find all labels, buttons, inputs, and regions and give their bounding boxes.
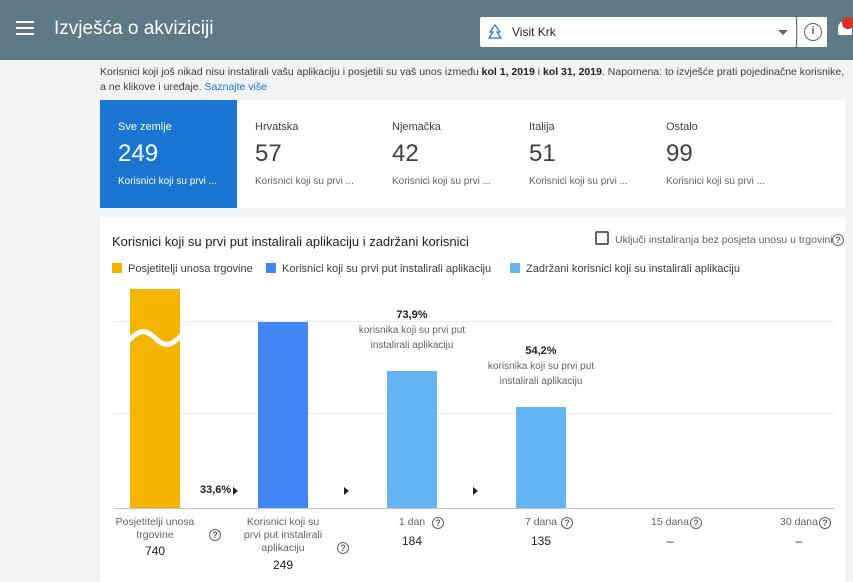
card-label: Italija [529,121,555,133]
x-axis-label: Posjetitelji unosa trgovine [115,516,195,541]
card-label: Ostalo [666,121,698,133]
legend-swatch [266,263,276,273]
legend-swatch [510,263,520,273]
app-selector[interactable]: Visit Krk [480,17,796,47]
notice-between: i [534,66,543,78]
notice-date-from: kol 1, 2019 [481,66,535,78]
legend-first-installs: Korisnici koji su prvi put instalirali a… [266,263,491,275]
arrow-icon [233,487,238,495]
card-other[interactable]: Ostalo 99 Korisnici koji su prvi ... [648,100,785,208]
info-icon: i [804,23,822,41]
x-axis-value: – [666,534,674,548]
x-axis-value: 184 [401,534,423,548]
installs-retention-panel: Korisnici koji su prvi put instalirali a… [100,217,845,582]
funnel-bar[interactable] [387,370,437,508]
card-desc: Korisnici koji su prvi ... [529,176,628,187]
legend-retained: Zadržani korisnici koji su instalirali a… [510,263,740,275]
card-all-countries[interactable]: Sve zemlje 249 Korisnici koji su prvi ..… [100,100,237,208]
card-label: Hrvatska [255,121,299,133]
x-axis-value: 135 [530,534,552,548]
help-icon[interactable]: ? [819,517,831,529]
hamburger-menu-icon[interactable] [16,21,34,37]
x-axis-value: 249 [272,558,294,572]
funnel-bar[interactable] [258,322,308,508]
funnel-bar[interactable] [516,407,566,508]
legend-label: Posjetitelji unosa trgovine [128,263,253,275]
help-icon[interactable]: ? [209,529,221,541]
card-value: 57 [255,140,282,167]
card-desc: Korisnici koji su prvi ... [666,176,765,187]
gridline [114,321,834,323]
card-desc: Korisnici koji su prvi ... [255,176,354,187]
notice-date-to: kol 31, 2019 [542,66,602,78]
panel-title: Korisnici koji su prvi put instalirali a… [112,234,469,249]
card-label: Sve zemlje [118,121,172,133]
card-value: 249 [118,140,159,167]
help-icon[interactable]: ? [432,517,444,529]
conversion-percent: 33,6% [200,484,232,496]
card-label: Njemačka [392,121,441,133]
axis-break-icon [128,329,182,347]
retention-desc: korisnika koji su prvi put instalirali a… [358,324,466,351]
card-germany[interactable]: Njemačka 42 Korisnici koji su prvi ... [374,100,511,208]
retention-desc: korisnika koji su prvi put instalirali a… [487,361,595,388]
card-value: 51 [529,140,556,167]
card-value: 99 [666,140,693,167]
baseline [114,508,834,509]
arrow-icon [473,487,478,495]
help-icon[interactable]: ? [690,517,702,529]
legend-label: Zadržani korisnici koji su instalirali a… [526,263,740,275]
help-icon[interactable]: ? [561,517,573,529]
app-icon [487,23,503,39]
report-notice: Korisnici koji još nikad nisu instaliral… [100,65,845,95]
help-icon[interactable]: ? [832,234,844,246]
arrow-icon [344,487,349,495]
funnel-bar[interactable] [128,289,182,508]
card-desc: Korisnici koji su prvi ... [392,176,491,187]
gridline [114,413,834,415]
page-title: Izvješća o akviziciji [54,18,214,39]
card-italy[interactable]: Italija 51 Korisnici koji su prvi ... [511,100,648,208]
x-axis-value: – [795,534,803,548]
card-croatia[interactable]: Hrvatska 57 Korisnici koji su prvi ... [237,100,374,208]
card-desc: Korisnici koji su prvi ... [118,176,217,187]
retention-percent: 54,2% [525,345,557,358]
country-cards: Sve zemlje 249 Korisnici koji su prvi ..… [100,100,845,208]
help-icon[interactable]: ? [337,542,349,554]
notification-dot [842,17,853,29]
app-info-button[interactable]: i [797,17,827,47]
include-installs-checkbox[interactable] [595,231,609,245]
include-installs-label[interactable]: Uključi instaliranja bez posjeta unosu u… [615,234,833,246]
retention-percent: 73,9% [396,308,428,321]
dropdown-caret-icon[interactable] [778,30,788,35]
app-name: Visit Krk [512,25,556,39]
legend-store-visitors: Posjetitelji unosa trgovine [112,263,253,275]
legend-label: Korisnici koji su prvi put instalirali a… [282,263,492,275]
x-axis-value: 740 [144,544,166,558]
x-axis-label: Korisnici koji su prvi put instalirali a… [243,516,323,554]
notice-text-before: Korisnici koji još nikad nisu instaliral… [100,66,482,78]
learn-more-link[interactable]: Saznajte više [204,81,266,93]
top-app-bar: Izvješća o akviziciji Visit Krk i [0,0,853,60]
legend-swatch [112,263,122,273]
notification-bell-icon[interactable] [836,17,853,43]
card-value: 42 [392,140,419,167]
